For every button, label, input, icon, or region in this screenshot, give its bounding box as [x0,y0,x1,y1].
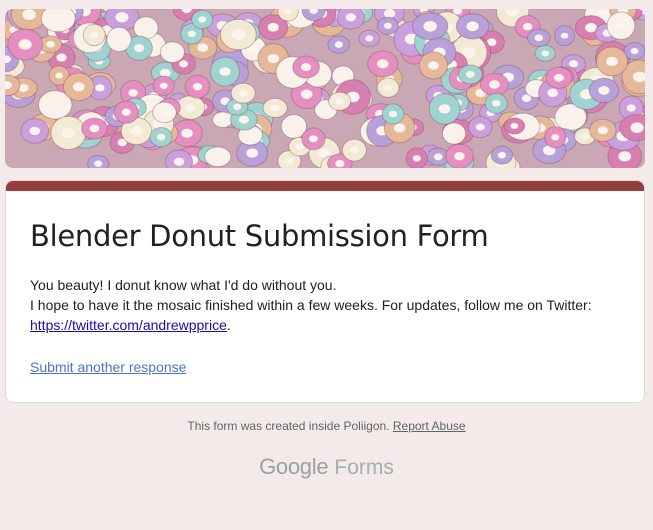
footer-created-text: This form was created inside Poliigon. [187,419,390,433]
header-banner-image [5,9,645,168]
submit-another-response-link[interactable]: Submit another response [30,359,186,375]
google-forms-logo[interactable]: Google Forms [0,454,653,480]
message-line-3: https://twitter.com/andrewpprice. [30,315,630,335]
message-line-1: You beauty! I donut know what I'd do wit… [30,277,337,293]
footer-notice: This form was created inside Poliigon. R… [0,419,653,433]
confirmation-card: Blender Donut Submission Form You beauty… [5,180,645,403]
twitter-link[interactable]: https://twitter.com/andrewpprice [30,317,227,333]
message-line-2: I hope to have it the mosaic finished wi… [30,297,592,313]
report-abuse-link[interactable]: Report Abuse [393,419,466,433]
confirmation-message: You beauty! I donut know what I'd do wit… [30,275,630,335]
twitter-link-suffix: . [226,317,231,333]
card-accent-bar [6,181,644,191]
form-title: Blender Donut Submission Form [30,219,489,253]
forms-logo-text: Forms [334,456,394,479]
google-logo-text: Google [259,454,329,479]
